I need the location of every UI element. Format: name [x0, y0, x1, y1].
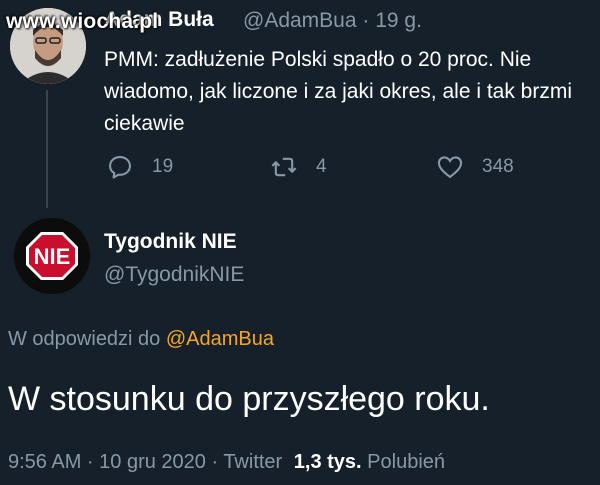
tweet2-handle[interactable]: @TygodnikNIE	[104, 263, 244, 287]
reply-prefix: W odpowiedzi do	[8, 328, 161, 350]
watermark: www.wiocha.pl	[6, 10, 159, 33]
avatar-text: NIE	[34, 244, 71, 269]
reply-count: 19	[152, 156, 174, 177]
likes-count[interactable]: 1,3 tys.	[294, 451, 362, 473]
retweet-icon	[271, 157, 297, 177]
retweet-button[interactable]: 4	[270, 153, 327, 181]
stop-sign-logo: NIE	[14, 218, 90, 294]
reply-button[interactable]: 19	[106, 153, 173, 181]
tweet2-text: W stosunku do przyszłego roku.	[8, 380, 490, 418]
reply-mention-link[interactable]: @AdamBua	[166, 328, 274, 350]
reply-icon	[109, 156, 131, 179]
reply-to-line: W odpowiedzi do @AdamBua	[8, 328, 274, 351]
like-count: 348	[482, 156, 514, 177]
tweet2-author-name[interactable]: Tygodnik NIE	[104, 230, 237, 254]
like-button[interactable]: 348	[436, 153, 514, 181]
tweet2-meta: 9:56 AM · 10 gru 2020 · Twitter 1,3 tys.…	[8, 451, 445, 474]
likes-label[interactable]: Polubień	[367, 451, 445, 473]
tweet1-handle-time[interactable]: @AdamBua · 19 g.	[243, 9, 422, 33]
tweet2-timestamp[interactable]: 9:56 AM · 10 gru 2020 · Twitter	[8, 451, 282, 473]
retweet-count: 4	[316, 156, 327, 177]
avatar-tygodnik-nie[interactable]: NIE	[14, 218, 90, 294]
thread-connector-line	[46, 90, 48, 208]
tweet1-text: PMM: zadłużenie Polski spadło o 20 proc.…	[104, 48, 573, 135]
heart-icon	[437, 156, 463, 179]
